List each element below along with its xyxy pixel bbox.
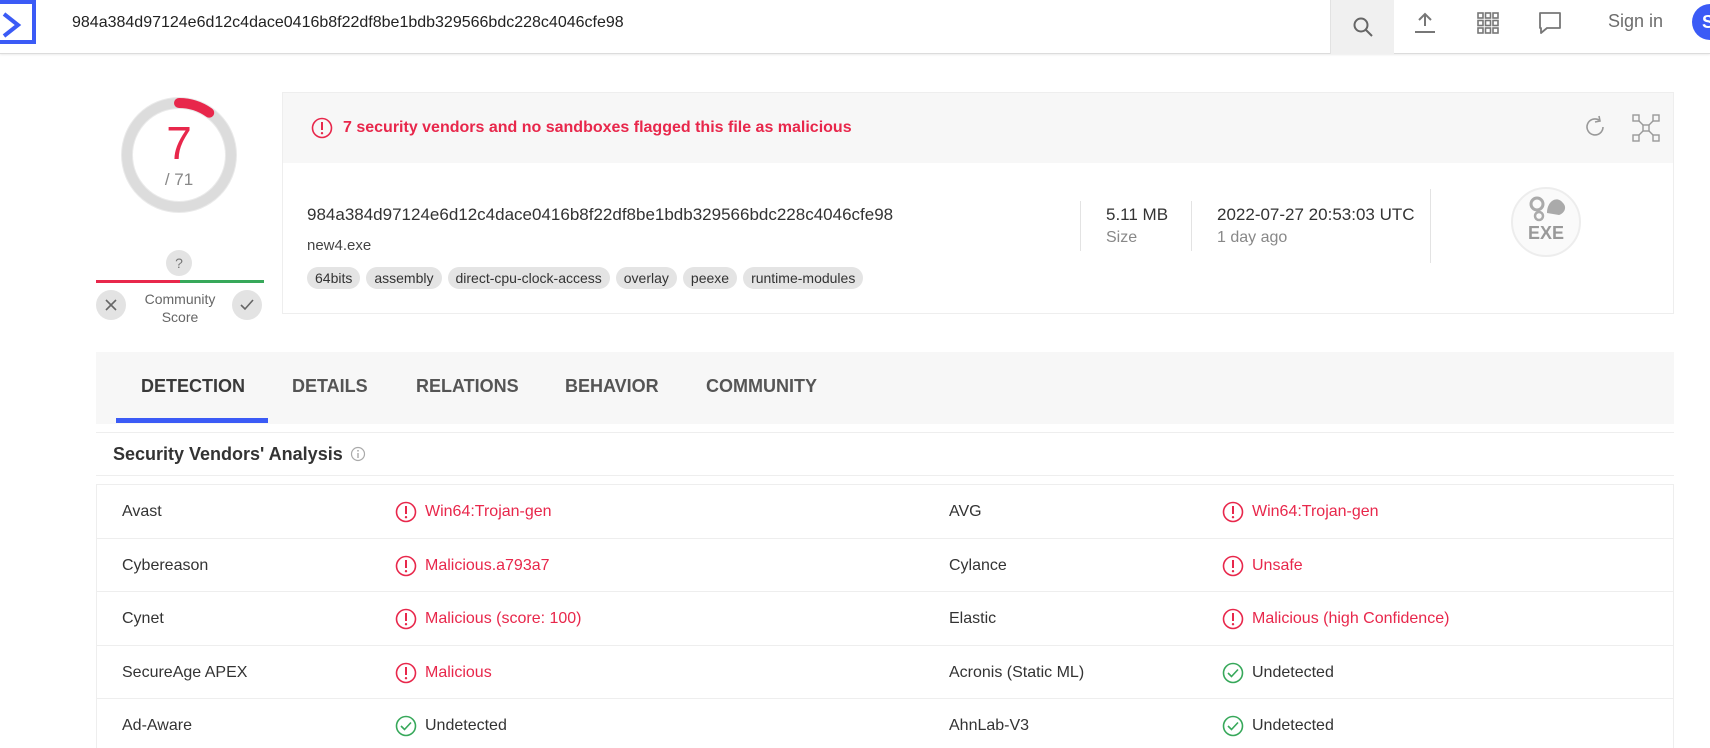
analysis-tabs: DETECTION DETAILS RELATIONS BEHAVIOR COM… [96, 352, 1674, 424]
search-icon [1353, 17, 1373, 37]
file-type-icon: EXE [1511, 187, 1581, 257]
upload-button[interactable] [1405, 0, 1445, 46]
vendor-name: Cynet [122, 610, 164, 627]
close-icon [105, 299, 117, 311]
detection-result: Win64:Trojan-gen [1252, 503, 1379, 520]
tab-behavior[interactable]: BEHAVIOR [565, 352, 659, 424]
info-icon[interactable] [350, 446, 366, 462]
vendor-name: Ad-Aware [122, 717, 192, 734]
last-analysis-relative: 1 day ago [1217, 229, 1288, 246]
community-score-label: Community Score [132, 290, 228, 326]
alert-icon [395, 501, 417, 523]
grid-icon [1477, 12, 1499, 34]
file-tag[interactable]: peexe [682, 267, 738, 289]
vendor-name: Cybereason [122, 556, 209, 574]
community-label-line2: Score [161, 309, 199, 325]
table-row: Cynet Malicious (score: 100) Elastic Malici… [97, 592, 1673, 646]
chat-icon [1539, 12, 1561, 34]
detection-result: Undetected [1252, 717, 1334, 734]
detection-result: Undetected [425, 717, 507, 734]
graph-view-icon[interactable] [1631, 113, 1661, 143]
detection-count: 7 [166, 117, 192, 169]
file-tag[interactable]: 64bits [307, 267, 361, 289]
table-row: Ad-Aware Undetected AhnLab-V3 Undetected [97, 699, 1673, 748]
tab-relations[interactable]: RELATIONS [416, 352, 519, 424]
file-tags: 64bits assembly direct-cpu-clock-access … [307, 267, 864, 289]
detection-result: Malicious (high Confidence) [1252, 610, 1450, 627]
vote-harmful-button[interactable] [96, 290, 126, 320]
divider [1080, 201, 1081, 251]
table-row: Cybereason Malicious.a793a7 Cylance Unsafe [97, 539, 1673, 592]
file-size-value: 5.11 MB [1106, 205, 1169, 224]
file-type-label: EXE [1527, 223, 1565, 243]
file-tag[interactable]: assembly [366, 267, 442, 289]
check-circle-icon [1222, 662, 1244, 683]
alert-icon [1222, 608, 1244, 630]
alert-icon [395, 555, 417, 576]
divider [1191, 201, 1192, 251]
file-name: new4.exe [307, 237, 372, 254]
alert-icon [311, 117, 333, 139]
community-label-line1: Community [144, 291, 216, 307]
sign-up-button[interactable]: S [1692, 4, 1710, 40]
detection-result: Win64:Trojan-gen [425, 503, 552, 520]
virustotal-logo[interactable] [0, 0, 36, 44]
detection-result: Undetected [1252, 663, 1334, 681]
alert-icon [395, 608, 417, 630]
reanalyze-icon[interactable] [1583, 115, 1607, 139]
alert-message: 7 security vendors and no sandboxes flag… [343, 119, 852, 136]
detection-alert: 7 security vendors and no sandboxes flag… [283, 93, 1673, 163]
vendor-name: AVG [949, 503, 982, 520]
vendor-name: Elastic [949, 610, 997, 627]
check-icon [240, 299, 254, 311]
search-input[interactable]: 984a384d97124e6d12c4dace0416b8f22df8be1b… [72, 0, 624, 46]
tab-details[interactable]: DETAILS [292, 352, 368, 424]
top-bar: 984a384d97124e6d12c4dace0416b8f22df8be1b… [0, 0, 1710, 54]
section-title: Security Vendors' Analysis [113, 444, 343, 464]
community-score-bar [96, 280, 264, 283]
file-tag[interactable]: direct-cpu-clock-access [447, 267, 610, 289]
vendor-name: Avast [122, 503, 162, 520]
upload-icon [1415, 12, 1435, 33]
check-circle-icon [395, 715, 417, 737]
file-tag[interactable]: overlay [615, 267, 677, 289]
active-tab-indicator [116, 418, 268, 423]
detection-result: Unsafe [1252, 556, 1303, 574]
sign-in-link[interactable]: Sign in [1608, 0, 1663, 42]
divider [1430, 189, 1431, 263]
community-score: ? Community Score [96, 246, 264, 326]
file-size-label: Size [1106, 229, 1138, 246]
check-circle-icon [1222, 715, 1244, 737]
alert-icon [1222, 555, 1244, 576]
apps-button[interactable] [1468, 0, 1508, 46]
tab-community[interactable]: COMMUNITY [706, 352, 817, 424]
vendors-section-header: Security Vendors' Analysis [96, 432, 1674, 476]
file-tag[interactable]: runtime-modules [743, 267, 864, 289]
alert-icon [1222, 501, 1244, 523]
detection-result: Malicious (score: 100) [425, 610, 582, 627]
engine-total: / 71 [164, 170, 194, 189]
vendor-name: Acronis (Static ML) [949, 663, 1085, 681]
vendor-name: SecureAge APEX [122, 663, 248, 681]
detection-result: Malicious.a793a7 [425, 556, 550, 574]
vendor-name: AhnLab-V3 [949, 717, 1030, 734]
detection-result: Malicious [425, 663, 492, 681]
vendor-results-table: Avast Win64:Trojan-gen AVG Win64:Trojan-gen… [96, 484, 1674, 748]
community-score-value: ? [166, 250, 192, 276]
table-row: Avast Win64:Trojan-gen AVG Win64:Trojan-gen [97, 485, 1673, 539]
last-analysis-date: 2022-07-27 20:53:03 UTC [1217, 205, 1415, 224]
file-hash[interactable]: 984a384d97124e6d12c4dace0416b8f22df8be1b… [307, 205, 893, 225]
vendor-name: Cylance [949, 556, 1007, 574]
table-row: SecureAge APEX Malicious Acronis (Static M… [97, 646, 1673, 699]
search-button[interactable] [1330, 0, 1394, 54]
tab-detection[interactable]: DETECTION [141, 352, 245, 424]
file-summary-card: 7 security vendors and no sandboxes flag… [282, 92, 1674, 314]
alert-icon [395, 662, 417, 683]
feedback-button[interactable] [1530, 0, 1570, 46]
vote-harmless-button[interactable] [232, 290, 262, 320]
